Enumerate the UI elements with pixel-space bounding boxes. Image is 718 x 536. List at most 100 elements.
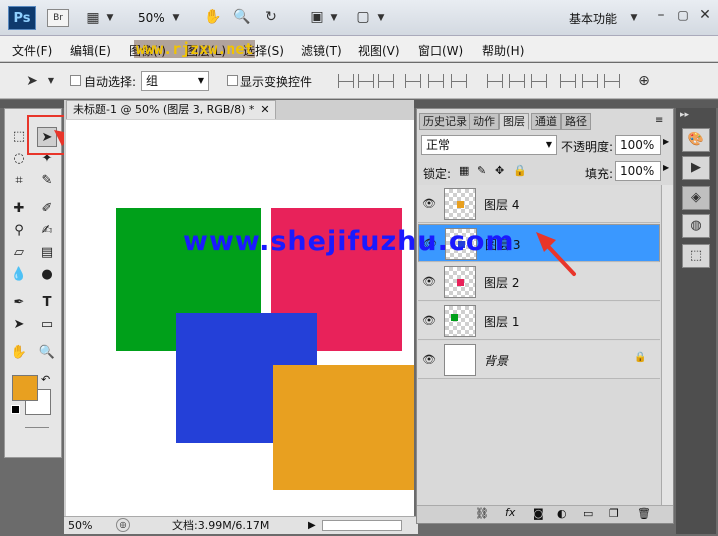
dodge-tool-icon[interactable]: ●	[37, 265, 57, 285]
fill-slider-icon[interactable]: ▶	[663, 163, 669, 172]
fill-input[interactable]: 100%	[615, 161, 661, 181]
brush-tool-icon[interactable]: ✐	[37, 199, 57, 219]
history-brush-icon[interactable]: ✍	[37, 221, 57, 241]
document-tab[interactable]: 未标题-1 @ 50% (图层 3, RGB/8) * ✕	[66, 100, 276, 119]
swap-colors-icon[interactable]: ↶	[41, 373, 50, 386]
path-selection-icon[interactable]: ➤	[9, 315, 29, 335]
lock-transparent-icon[interactable]: ▦	[459, 164, 469, 177]
distribute-bottom-icon[interactable]	[531, 74, 547, 88]
layer-name[interactable]: 图层 2	[484, 274, 519, 291]
align-right-icon[interactable]	[451, 74, 467, 88]
distribute-top-icon[interactable]	[487, 74, 503, 88]
zoom-dropdown-icon[interactable]: ▼	[170, 9, 182, 27]
crop-tool-icon[interactable]: ⌗	[9, 171, 29, 191]
status-icon[interactable]: ◎	[116, 518, 130, 532]
fx-icon[interactable]: fx	[505, 506, 515, 519]
opacity-slider-icon[interactable]: ▶	[663, 137, 669, 146]
zoom-tool-icon[interactable]: 🔍	[37, 343, 57, 363]
opacity-input[interactable]: 100%	[615, 135, 661, 155]
restore-icon[interactable]: ▢	[674, 6, 692, 24]
lock-all-icon[interactable]: 🔒	[513, 164, 527, 177]
adjustment-layer-icon[interactable]: ◐	[557, 507, 567, 520]
view-extras-icon[interactable]: ▦	[82, 9, 104, 27]
zoom-level[interactable]: 50%	[138, 11, 165, 25]
new-layer-icon[interactable]: ❐	[609, 507, 619, 520]
rectangle-tool-icon[interactable]: ▭	[37, 315, 57, 335]
hand-tool-icon[interactable]: ✋	[203, 8, 223, 26]
foreground-color-swatch[interactable]	[12, 375, 38, 401]
new-group-icon[interactable]: ▭	[583, 507, 593, 520]
tab-paths[interactable]: 路径	[561, 113, 591, 130]
distribute-left-icon[interactable]	[560, 74, 576, 88]
pen-tool-icon[interactable]: ✒	[9, 293, 29, 313]
tab-history[interactable]: 历史记录	[419, 113, 471, 130]
visibility-eye-icon[interactable]: 👁	[421, 313, 437, 329]
move-tool-preset-icon[interactable]: ➤	[20, 72, 44, 90]
screen-mode-dropdown-icon[interactable]: ▼	[375, 9, 387, 27]
blur-tool-icon[interactable]: 💧	[9, 265, 29, 285]
workspace-switcher[interactable]: 基本功能	[569, 10, 617, 27]
status-arrow-icon[interactable]: ▶	[308, 518, 316, 534]
gradient-tool-icon[interactable]: ▤	[37, 243, 57, 263]
default-colors-icon[interactable]	[11, 405, 20, 414]
close-icon[interactable]: ✕	[696, 6, 714, 24]
chevron-down-icon[interactable]: ▼	[104, 9, 116, 27]
show-transform-checkbox[interactable]	[227, 75, 238, 86]
layer-name[interactable]: 图层 4	[484, 196, 519, 213]
marquee-tool-icon[interactable]: ⬚	[9, 127, 29, 147]
expand-dock-icon[interactable]: ▸▸	[680, 110, 689, 120]
distribute-right-icon[interactable]	[604, 74, 620, 88]
minimize-icon[interactable]: –	[652, 6, 670, 24]
layer-thumbnail[interactable]	[444, 305, 476, 337]
layer-mask-icon[interactable]: ◙	[533, 507, 544, 520]
layer-row-background[interactable]: 👁 背景 🔒	[418, 341, 660, 379]
tab-layers[interactable]: 图层	[499, 113, 529, 130]
close-tab-icon[interactable]: ✕	[260, 103, 269, 116]
link-layers-icon[interactable]: ⛓	[475, 507, 489, 520]
layer-thumbnail[interactable]	[444, 344, 476, 376]
tab-actions[interactable]: 动作	[469, 113, 499, 130]
layers-scrollbar[interactable]	[661, 185, 673, 505]
visibility-eye-icon[interactable]: 👁	[421, 196, 437, 212]
horizontal-scrollbar[interactable]	[322, 520, 402, 531]
workspace-dropdown-icon[interactable]: ▼	[628, 9, 640, 27]
layer-name[interactable]: 背景	[484, 352, 508, 369]
distribute-hcenter-icon[interactable]	[582, 74, 598, 88]
zoom-tool-icon[interactable]: 🔍	[232, 8, 252, 26]
lock-image-icon[interactable]: ✎	[477, 164, 486, 177]
healing-brush-icon[interactable]: ✚	[9, 199, 29, 219]
layer-row-4[interactable]: 👁 图层 4	[418, 185, 660, 223]
align-top-icon[interactable]	[338, 74, 354, 88]
visibility-eye-icon[interactable]: 👁	[421, 352, 437, 368]
color-panel-icon[interactable]: 🎨	[682, 128, 710, 152]
hand-tool-icon[interactable]: ✋	[9, 343, 29, 363]
type-tool-icon[interactable]: T	[37, 293, 57, 313]
bridge-button[interactable]: Br	[47, 9, 69, 27]
layer-name[interactable]: 图层 1	[484, 313, 519, 330]
menu-view[interactable]: 视图(V)	[358, 42, 400, 59]
trash-icon[interactable]: 🗑	[637, 507, 651, 520]
arrange-documents-icon[interactable]: ▣	[306, 8, 328, 26]
swatches-panel-icon[interactable]: ▶	[682, 156, 710, 180]
status-zoom[interactable]: 50%	[68, 518, 92, 534]
adjustments-panel-icon[interactable]: ◍	[682, 214, 710, 238]
lock-position-icon[interactable]: ✥	[495, 164, 504, 177]
auto-align-icon[interactable]: ⊕	[634, 72, 654, 90]
clone-stamp-icon[interactable]: ⚲	[9, 221, 29, 241]
layers-panel-icon[interactable]: ◈	[682, 186, 710, 210]
blend-mode-dropdown[interactable]: 正常 ▼	[421, 135, 557, 155]
auto-select-dropdown[interactable]: 组 ▼	[141, 71, 209, 91]
menu-filter[interactable]: 滤镜(T)	[301, 42, 342, 59]
align-hcenter-icon[interactable]	[428, 74, 444, 88]
lasso-tool-icon[interactable]: ◌	[9, 149, 29, 169]
menu-help[interactable]: 帮助(H)	[482, 42, 524, 59]
distribute-vcenter-icon[interactable]	[509, 74, 525, 88]
menu-window[interactable]: 窗口(W)	[418, 42, 463, 59]
layer-thumbnail[interactable]	[444, 266, 476, 298]
auto-select-checkbox[interactable]	[70, 75, 81, 86]
layer-thumbnail[interactable]	[444, 188, 476, 220]
align-vcenter-icon[interactable]	[358, 74, 374, 88]
layer-row-1[interactable]: 👁 图层 1	[418, 302, 660, 340]
align-left-icon[interactable]	[405, 74, 421, 88]
menu-file[interactable]: 文件(F)	[12, 42, 52, 59]
